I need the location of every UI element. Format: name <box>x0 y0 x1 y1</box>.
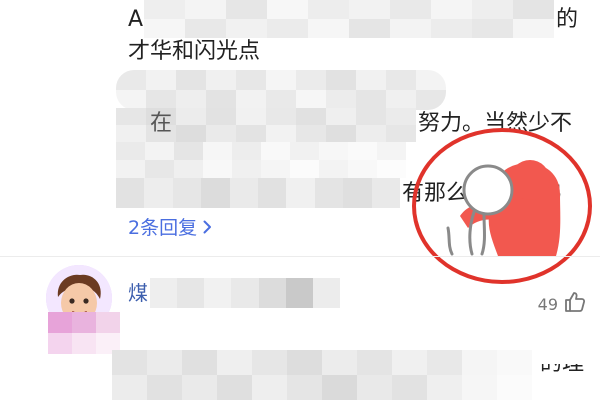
comment-divider <box>0 256 600 257</box>
replies-count-label: 2条回复 <box>128 217 198 239</box>
redaction-mosaic <box>112 350 532 400</box>
redaction-mosaic <box>150 278 340 308</box>
redaction-mosaic <box>116 178 400 208</box>
comment-text-line1-start: A <box>128 7 144 32</box>
thumbs-up-icon <box>564 291 586 317</box>
redaction-mosaic <box>116 70 446 110</box>
chevron-right-icon <box>203 216 212 240</box>
redaction-mosaic <box>116 142 406 178</box>
highlight-circle <box>412 128 592 284</box>
like-button[interactable]: 49 <box>538 291 586 317</box>
comment-username[interactable]: 煤 <box>128 281 148 305</box>
comment-text-line2: 才华和闪光点 <box>128 39 261 64</box>
redaction-mosaic <box>48 312 120 354</box>
redaction-mosaic <box>144 0 554 38</box>
comment-text-line1-end: 的 <box>556 7 579 32</box>
comment-text-trailing: 的理 <box>540 351 585 376</box>
view-replies-link[interactable]: 2条回复 <box>128 216 212 240</box>
comment-text-line4-start: 在 <box>150 111 173 136</box>
like-count: 49 <box>537 294 558 314</box>
